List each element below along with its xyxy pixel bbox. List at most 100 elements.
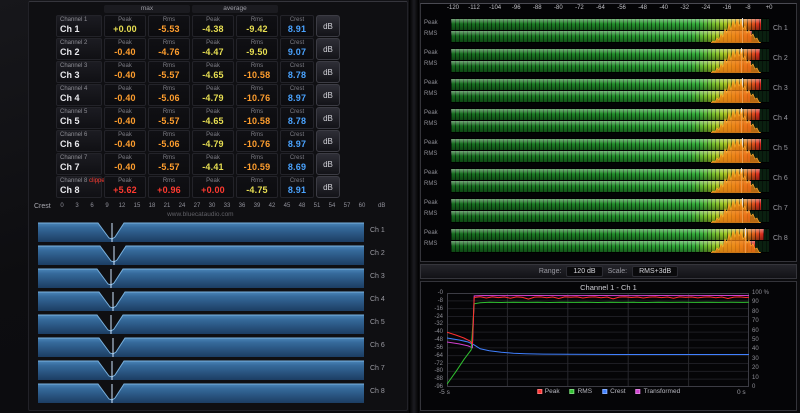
crest-scale-tick: 42	[269, 203, 276, 209]
range-value[interactable]: 120 dB	[566, 266, 602, 277]
peak-label: Peak	[424, 228, 438, 239]
db-unit-button[interactable]: dB	[316, 15, 340, 37]
y-axis-label: -88	[421, 376, 443, 382]
channel-cell[interactable]: Channel 7Ch 7	[56, 153, 102, 175]
meter-channel-row: PeakRMSCh 2	[421, 46, 796, 76]
channel-label: Ch 3	[773, 85, 788, 92]
value-readout: -10.58	[237, 116, 277, 127]
value-cell: Rms-10.76	[236, 130, 278, 152]
legend-item[interactable]: Transformed	[636, 388, 681, 395]
peak-label: Peak	[424, 48, 438, 59]
crest-scale-tick: 27	[194, 203, 201, 209]
meter-type-labels: PeakRMS	[424, 228, 438, 250]
db-unit-button[interactable]: dB	[316, 107, 340, 129]
value-cell: Rms+0.96	[148, 176, 190, 198]
value-cell: Rms-10.58	[236, 107, 278, 129]
y-axis-label: -64	[421, 353, 443, 359]
value-cell: Rms-4.76	[148, 38, 190, 60]
value-cell: Rms-10.58	[236, 61, 278, 83]
channel-name: Ch 8	[60, 185, 98, 196]
crest-histogram-row: Ch 2	[38, 244, 398, 265]
value-readout: 9.07	[281, 47, 313, 58]
meter-bar-area	[451, 168, 769, 193]
table-row: Channel 5Ch 5Peak-0.40Rms-5.57Peak-4.65R…	[56, 107, 346, 129]
value-label: Rms	[149, 178, 189, 185]
db-unit-button[interactable]: dB	[316, 176, 340, 198]
crest-scale: 03691215182124273033363942454851545760	[32, 203, 398, 211]
value-readout: -0.40	[105, 47, 145, 58]
crest-scale-tick: 33	[224, 203, 231, 209]
value-label: Peak	[193, 109, 233, 116]
y-axis-percent-label: 40	[752, 346, 759, 352]
value-label: Crest	[281, 40, 313, 47]
channel-number: Channel 1	[60, 17, 98, 24]
channel-cell[interactable]: Channel 3Ch 3	[56, 61, 102, 83]
meter-scale-tick: -24	[701, 5, 710, 11]
value-cell: Crest8.91	[280, 176, 314, 198]
value-cell: Crest8.91	[280, 15, 314, 37]
website-link[interactable]: www.bluecataudio.com	[167, 211, 233, 218]
channel-cell[interactable]: Channel 5Ch 5	[56, 107, 102, 129]
meter-scale-tick: -48	[638, 5, 647, 11]
rms-label: RMS	[424, 209, 438, 220]
value-cell: Peak-0.40	[104, 61, 146, 83]
db-unit-button[interactable]: dB	[316, 84, 340, 106]
value-cell: Peak+0.00	[104, 15, 146, 37]
crest-histogram-row: Ch 4	[38, 290, 398, 311]
scale-value[interactable]: RMS+3dB	[632, 266, 678, 277]
rms-label: RMS	[424, 29, 438, 40]
value-label: Peak	[105, 40, 145, 47]
value-label: Peak	[105, 155, 145, 162]
value-cell: Peak-0.40	[104, 84, 146, 106]
channel-cell[interactable]: Channel 2Ch 2	[56, 38, 102, 60]
distribution-curve	[711, 20, 761, 43]
value-readout: +5.62	[105, 185, 145, 196]
rms-label: RMS	[424, 149, 438, 160]
channel-cell[interactable]: Channel 4Ch 4	[56, 84, 102, 106]
channel-label: Ch 5	[370, 319, 385, 326]
crest-histogram	[38, 336, 364, 357]
value-label: Peak	[193, 155, 233, 162]
value-cell: Crest8.97	[280, 130, 314, 152]
db-unit-button[interactable]: dB	[316, 38, 340, 60]
y-axis-label: -80	[421, 368, 443, 374]
legend-item[interactable]: Crest	[602, 388, 626, 395]
range-label: Range:	[539, 268, 562, 275]
legend-item[interactable]: RMS	[570, 388, 592, 395]
rms-meter-fill	[451, 181, 751, 192]
crest-scale-tick: 57	[344, 203, 351, 209]
db-unit-button[interactable]: dB	[316, 130, 340, 152]
legend-swatch	[602, 389, 607, 394]
legend-swatch	[537, 389, 542, 394]
peak-label: Peak	[424, 78, 438, 89]
channel-label: Ch 2	[773, 55, 788, 62]
crest-scale-tick: 51	[314, 203, 321, 209]
chart-title: Channel 1 - Ch 1	[421, 283, 796, 292]
value-label: Rms	[237, 17, 277, 24]
db-unit-button[interactable]: dB	[316, 61, 340, 83]
value-readout: -5.06	[149, 139, 189, 150]
value-cell: Crest8.97	[280, 84, 314, 106]
crest-scale-tick: 6	[90, 203, 93, 209]
table-row: Channel 2Ch 2Peak-0.40Rms-4.76Peak-4.47R…	[56, 38, 346, 60]
y-axis-percent-label: 10	[752, 375, 759, 381]
channel-cell[interactable]: Channel 6Ch 6	[56, 130, 102, 152]
rms-meter-fill	[451, 91, 750, 102]
crest-histogram	[38, 359, 364, 380]
db-unit-button[interactable]: dB	[316, 153, 340, 175]
meter-scale-tick: -8	[745, 5, 750, 11]
value-readout: +0.96	[149, 185, 189, 196]
channel-number: Channel 4	[60, 86, 98, 93]
channel-cell[interactable]: Channel 8 clippedCh 8	[56, 176, 102, 198]
meter-channel-row: PeakRMSCh 4	[421, 106, 796, 136]
value-label: Rms	[237, 86, 277, 93]
y-axis-label: -24	[421, 314, 443, 320]
channel-label: Ch 3	[370, 273, 385, 280]
value-label: Rms	[237, 178, 277, 185]
value-label: Peak	[193, 178, 233, 185]
value-readout: 8.78	[281, 70, 313, 81]
channel-cell[interactable]: Channel 1Ch 1	[56, 15, 102, 37]
legend-item[interactable]: Peak	[537, 388, 560, 395]
channel-label: Ch 8	[370, 388, 385, 395]
value-cell: Crest9.07	[280, 38, 314, 60]
